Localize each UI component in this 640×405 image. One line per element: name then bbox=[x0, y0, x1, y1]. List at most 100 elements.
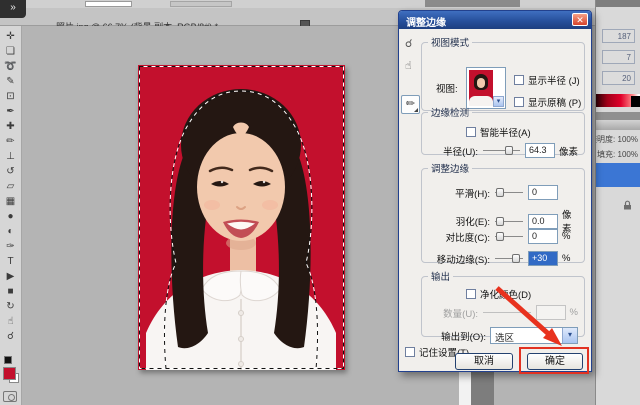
panel-topbar bbox=[596, 0, 640, 7]
color-g-field[interactable]: 7 bbox=[602, 50, 635, 64]
rotate-view-tool-icon[interactable]: ↻ bbox=[0, 300, 21, 313]
clone-stamp-tool-icon[interactable]: ⊥ bbox=[0, 150, 21, 163]
adjust-edge-legend: 调整边缘 bbox=[428, 161, 472, 175]
smooth-slider[interactable] bbox=[495, 187, 523, 198]
dialog-titlebar[interactable]: 调整边缘 ✕ bbox=[399, 11, 591, 29]
background-strip bbox=[459, 372, 471, 405]
output-to-row: 输出到(O): 选区 ▾ bbox=[430, 327, 578, 344]
black-swatch[interactable] bbox=[631, 96, 640, 107]
amount-unit: % bbox=[570, 307, 578, 318]
photo-document[interactable] bbox=[138, 65, 345, 370]
shape-tool-icon[interactable]: ■ bbox=[0, 285, 21, 298]
radius-row: 半径(U): 64.3 像素 bbox=[430, 143, 578, 158]
foreground-color-swatch[interactable] bbox=[3, 367, 16, 380]
output-group: 输出 净化颜色(D) 数量(U): % 输出到(O): 选区 ▾ bbox=[421, 269, 585, 337]
view-dropdown[interactable]: ▾ bbox=[466, 67, 506, 109]
options-dropdown[interactable] bbox=[170, 1, 232, 7]
feather-value[interactable]: 0.0 bbox=[528, 214, 558, 229]
default-colors-icon[interactable] bbox=[4, 356, 12, 364]
view-thumbnail bbox=[469, 70, 493, 106]
lasso-tool-icon[interactable]: ➰ bbox=[0, 60, 21, 73]
dodge-tool-icon[interactable]: ◐ bbox=[0, 225, 21, 238]
zoom-tool-icon[interactable]: ☌ bbox=[0, 330, 21, 343]
output-to-label: 输出到(O): bbox=[430, 329, 486, 343]
options-bar-segment bbox=[425, 0, 520, 7]
cancel-button[interactable]: 取消 bbox=[455, 353, 513, 370]
eraser-tool-icon[interactable]: ▱ bbox=[0, 180, 21, 193]
shift-edge-value[interactable]: +30 bbox=[528, 251, 558, 266]
output-to-dropdown[interactable]: 选区 ▾ bbox=[490, 327, 578, 344]
contrast-value[interactable]: 0 bbox=[528, 229, 558, 244]
radius-slider-thumb[interactable] bbox=[505, 146, 513, 155]
dialog-zoom-tool-icon[interactable]: ☌ bbox=[405, 37, 412, 50]
type-tool-icon[interactable]: T bbox=[0, 255, 21, 268]
edge-detection-group: 边缘检测 智能半径(A) 半径(U): 64.3 像素 bbox=[421, 105, 585, 155]
feather-label: 羽化(E): bbox=[428, 214, 490, 228]
shift-edge-slider[interactable] bbox=[495, 253, 523, 264]
quick-mask-icon[interactable] bbox=[3, 391, 17, 402]
crop-tool-icon[interactable]: ⊡ bbox=[0, 90, 21, 103]
smart-radius-label: 智能半径(A) bbox=[480, 125, 531, 139]
feather-slider[interactable] bbox=[495, 216, 523, 227]
dialog-close-icon[interactable]: ✕ bbox=[572, 13, 588, 26]
tool-panel: ✛ ❏ ➰ ✎ ⊡ ✒ ✚ ✏ ⊥ ↺ ▱ ▦ ● ◐ ✑ T ▶ ■ ↻ ☝ ☌ bbox=[0, 26, 22, 405]
marquee-tool-icon[interactable]: ❏ bbox=[0, 45, 21, 58]
shift-edge-row: 移动边缘(S): +30 % bbox=[428, 251, 580, 266]
smooth-value[interactable]: 0 bbox=[528, 185, 558, 200]
smooth-slider-thumb[interactable] bbox=[496, 188, 504, 197]
shift-edge-slider-thumb[interactable] bbox=[512, 254, 520, 263]
output-to-value: 选区 bbox=[495, 330, 514, 344]
opacity-row[interactable]: 不透明度: 100% bbox=[595, 134, 638, 145]
color-b-field[interactable]: 20 bbox=[602, 71, 635, 85]
refine-radius-brush-button[interactable]: ✏ bbox=[401, 95, 420, 114]
path-selection-tool-icon[interactable]: ▶ bbox=[0, 270, 21, 283]
decontaminate-checkbox[interactable] bbox=[466, 289, 476, 299]
smart-radius-checkbox[interactable] bbox=[466, 127, 476, 137]
shift-edge-label: 移动边缘(S): bbox=[428, 252, 490, 266]
smart-radius-row[interactable]: 智能半径(A) bbox=[466, 125, 531, 139]
dialog-hand-tool-icon[interactable]: ☝ bbox=[405, 59, 412, 72]
view-label: 视图: bbox=[436, 81, 458, 95]
fill-row[interactable]: 填充: 100% bbox=[597, 149, 638, 160]
contrast-row: 对比度(C): 0 % bbox=[428, 229, 580, 244]
feather-slider-thumb[interactable] bbox=[496, 217, 504, 226]
healing-brush-tool-icon[interactable]: ✚ bbox=[0, 120, 21, 133]
layers-panel-header bbox=[596, 120, 640, 130]
move-tool-icon[interactable]: ✛ bbox=[0, 30, 21, 43]
panel-divider bbox=[596, 112, 640, 120]
contrast-unit: % bbox=[562, 231, 580, 242]
right-panels: 187 7 20 不透明度: 100% 填充: 100% bbox=[595, 0, 640, 405]
amount-value bbox=[536, 305, 566, 320]
contrast-label: 对比度(C): bbox=[428, 230, 490, 244]
pen-tool-icon[interactable]: ✑ bbox=[0, 240, 21, 253]
eyedropper-tool-icon[interactable]: ✒ bbox=[0, 105, 21, 118]
show-radius-checkbox[interactable] bbox=[514, 75, 524, 85]
contrast-slider-thumb[interactable] bbox=[496, 232, 504, 241]
blur-tool-icon[interactable]: ● bbox=[0, 210, 21, 223]
brush-tool-icon[interactable]: ✏ bbox=[0, 135, 21, 148]
remember-settings-checkbox[interactable] bbox=[405, 347, 415, 357]
radius-slider[interactable] bbox=[483, 145, 520, 156]
chevron-down-icon[interactable]: ▾ bbox=[562, 328, 577, 343]
ok-button-highlight bbox=[519, 347, 589, 374]
portrait-image bbox=[138, 65, 345, 370]
radius-value[interactable]: 64.3 bbox=[525, 143, 555, 158]
show-radius-row[interactable]: 显示半径 (J) bbox=[514, 73, 580, 87]
view-mode-group: 视图模式 视图: ▾ 显示半径 (J) 显示原稿 (P) bbox=[421, 35, 585, 111]
decontaminate-row[interactable]: 净化颜色(D) bbox=[466, 287, 531, 301]
color-r-field[interactable]: 187 bbox=[602, 29, 635, 43]
lock-icon bbox=[623, 200, 632, 210]
selected-layer-row[interactable] bbox=[596, 163, 640, 187]
contrast-slider[interactable] bbox=[495, 231, 523, 242]
history-brush-tool-icon[interactable]: ↺ bbox=[0, 165, 21, 178]
collapse-panels-icon[interactable]: » bbox=[0, 0, 26, 18]
radius-label: 半径(U): bbox=[430, 144, 478, 158]
options-input[interactable] bbox=[85, 1, 132, 7]
hand-tool-icon[interactable]: ☝ bbox=[0, 315, 21, 328]
shift-edge-unit: % bbox=[562, 253, 580, 264]
edge-detection-legend: 边缘检测 bbox=[428, 105, 472, 119]
gradient-tool-icon[interactable]: ▦ bbox=[0, 195, 21, 208]
amount-label: 数量(U): bbox=[430, 306, 478, 320]
quick-selection-tool-icon[interactable]: ✎ bbox=[0, 75, 21, 88]
view-mode-legend: 视图模式 bbox=[428, 35, 472, 49]
